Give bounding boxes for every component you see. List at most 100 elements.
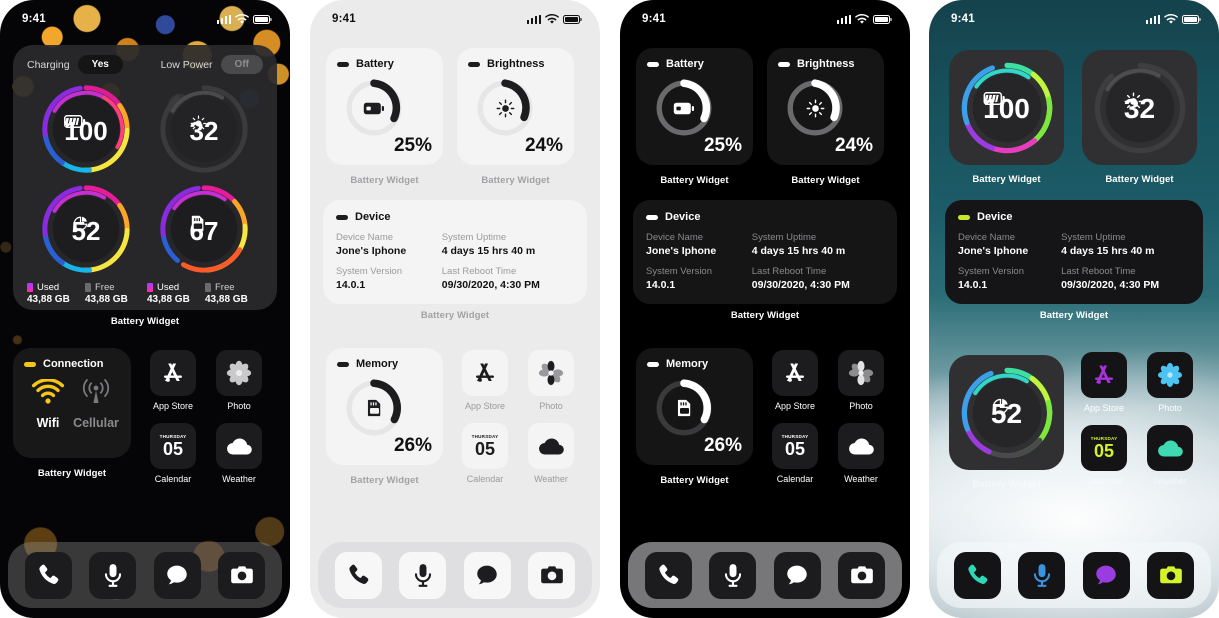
- microphone-icon: [1033, 564, 1050, 587]
- battery-gauge-widget[interactable]: 100: [949, 50, 1064, 165]
- app-store-icon: [150, 350, 196, 396]
- gauge-battery[interactable]: 100: [37, 80, 135, 178]
- calendar-icon: THURSDAY 05: [150, 423, 196, 469]
- app-app-store[interactable]: App Store: [462, 350, 508, 411]
- device-fields: Device Name Jone's Iphone System Uptime 4 …: [958, 232, 1190, 291]
- device-field: Last Reboot Time 09/30/2020, 4:30 PM: [442, 266, 574, 291]
- app-photo[interactable]: Photo: [216, 350, 262, 411]
- app-photo[interactable]: Photo: [528, 350, 574, 411]
- battery-gauge: [653, 77, 715, 139]
- widget-header: Device: [958, 211, 1190, 223]
- dock-phone[interactable]: [953, 551, 1001, 599]
- dock-voice-memos[interactable]: [89, 551, 137, 599]
- memory-gauge: [653, 377, 715, 439]
- widget-toggle-row: Charging Yes Low Power Off: [27, 55, 263, 74]
- app-photo[interactable]: Photo: [1147, 352, 1193, 413]
- status-bar: 9:41: [929, 0, 1219, 30]
- app-calendar[interactable]: THURSDAY 05 Calendar: [772, 423, 818, 484]
- device-field: System Uptime 4 days 15 hrs 40 m: [752, 232, 884, 257]
- app-calendar[interactable]: THURSDAY 05 Calendar: [1081, 425, 1127, 486]
- widget-header: Device: [646, 211, 884, 223]
- device-widget-wrap: Device Device Name Jone's Iphone System U…: [323, 200, 587, 321]
- low-power-toggle[interactable]: Low Power Off: [161, 55, 263, 74]
- app-calendar[interactable]: THURSDAY 05 Calendar: [150, 423, 196, 484]
- message-bubble-icon: [1096, 565, 1116, 585]
- connection-item-cellular[interactable]: Cellular: [72, 379, 120, 430]
- app-label: Weather: [844, 474, 878, 484]
- device-widget[interactable]: Device Device Name Jone's Iphone System U…: [323, 200, 587, 304]
- gauge-storage-pie[interactable]: 52: [37, 180, 135, 278]
- dock-voice-memos[interactable]: [1018, 551, 1066, 599]
- brightness-small-widget[interactable]: Brightness 24%: [767, 48, 884, 165]
- connection-item-label: Cellular: [73, 416, 119, 430]
- weather-cloud-icon: [528, 423, 574, 469]
- dock-messages[interactable]: [463, 551, 511, 599]
- dock-voice-memos[interactable]: [399, 551, 447, 599]
- cellular-bars-icon: [526, 14, 541, 24]
- charging-toggle[interactable]: Charging Yes: [27, 55, 123, 74]
- app-app-store[interactable]: App Store: [772, 350, 818, 411]
- app-label: App Store: [1083, 403, 1125, 413]
- dock-voice-memos[interactable]: [709, 551, 757, 599]
- legend-value: 43,88 GB: [147, 294, 190, 305]
- connection-widget[interactable]: Connection Wifi Cellular: [13, 348, 131, 458]
- app-app-store[interactable]: App Store: [1081, 352, 1127, 413]
- field-key: System Uptime: [751, 232, 817, 243]
- dock-phone[interactable]: [24, 551, 72, 599]
- app-weather[interactable]: Weather: [1147, 425, 1193, 486]
- dock-messages[interactable]: [1082, 551, 1130, 599]
- brightness-gauge-widget[interactable]: 32: [1082, 50, 1197, 165]
- low-power-value: Off: [220, 55, 263, 74]
- brightness-small-widget[interactable]: Brightness 24%: [457, 48, 574, 165]
- device-field: Device Name Jone's Iphone: [646, 232, 752, 257]
- connection-item-label: Wifi: [36, 416, 60, 430]
- app-weather[interactable]: Weather: [216, 423, 262, 484]
- storage-gauge-widget[interactable]: 52: [949, 355, 1064, 470]
- app-store-icon: [1081, 352, 1127, 398]
- app-photo[interactable]: Photo: [838, 350, 884, 411]
- connection-item-wifi[interactable]: Wifi: [24, 378, 72, 430]
- gauge-center: 100: [64, 114, 108, 144]
- dock-camera[interactable]: [528, 551, 576, 599]
- wifi-icon: [1164, 13, 1178, 24]
- battery-full-icon: [64, 114, 86, 128]
- app-app-store[interactable]: App Store: [150, 350, 196, 411]
- legend-pair-memory: Used 43,88 GB Free 43,88 GB: [147, 282, 263, 305]
- phone-screen-3: 9:41 Battery 25% Battery Widget Brightne…: [620, 0, 910, 618]
- widget-dot-icon: [336, 214, 348, 220]
- app-weather[interactable]: Weather: [528, 423, 574, 484]
- app-label: Weather: [222, 474, 256, 484]
- brightness-percent: 24%: [524, 135, 563, 156]
- battery-small-widget[interactable]: Battery 25%: [636, 48, 753, 165]
- gauge-memory[interactable]: 67: [155, 180, 253, 278]
- dock-camera[interactable]: [218, 551, 266, 599]
- battery-widget-large[interactable]: Charging Yes Low Power Off 100 32 52 67 …: [13, 45, 277, 310]
- gauge-brightness[interactable]: 32: [155, 80, 253, 178]
- memory-widget[interactable]: Memory 26%: [636, 348, 753, 465]
- dock-messages[interactable]: [773, 551, 821, 599]
- widget-caption: Battery Widget: [1039, 310, 1109, 321]
- dock-camera[interactable]: [1147, 551, 1195, 599]
- app-calendar[interactable]: THURSDAY 05 Calendar: [462, 423, 508, 484]
- memory-widget[interactable]: Memory 26%: [326, 348, 443, 465]
- brightness-gauge: [474, 77, 536, 139]
- microphone-icon: [414, 564, 431, 587]
- device-field: System Version 14.0.1: [646, 266, 752, 291]
- device-field: Device Name Jone's Iphone: [958, 232, 1061, 257]
- field-value: Jone's Iphone: [646, 245, 717, 257]
- battery-small-widget[interactable]: Battery 25%: [326, 48, 443, 165]
- gauge-center: 67: [190, 215, 218, 244]
- dock-camera[interactable]: [838, 551, 886, 599]
- dock-phone[interactable]: [644, 551, 692, 599]
- dock-phone[interactable]: [334, 551, 382, 599]
- widget-dot-icon: [958, 214, 970, 220]
- brightness-sun-icon: [806, 99, 824, 117]
- app-weather[interactable]: Weather: [838, 423, 884, 484]
- dock-messages[interactable]: [153, 551, 201, 599]
- device-widget[interactable]: Device Device Name Jone's Iphone System U…: [633, 200, 897, 304]
- legend-swatch-free: [85, 283, 91, 292]
- device-widget[interactable]: Device Device Name Jone's Iphone System U…: [945, 200, 1203, 304]
- widget-caption: Battery Widget: [350, 475, 419, 486]
- message-bubble-icon: [167, 565, 187, 585]
- widget-dot-icon: [337, 361, 349, 367]
